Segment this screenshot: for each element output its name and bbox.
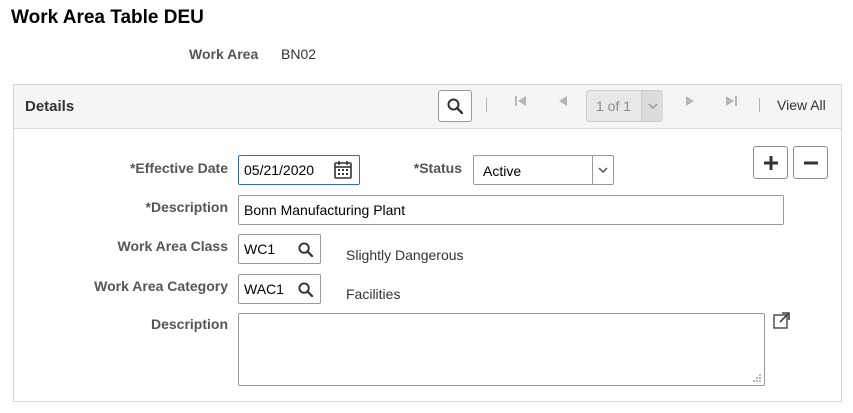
long-description-textarea[interactable] bbox=[238, 313, 765, 386]
find-button[interactable] bbox=[438, 90, 472, 122]
page-indicator: 1 of 1 bbox=[596, 98, 632, 114]
status-value: Active bbox=[483, 163, 522, 179]
last-page-icon[interactable] bbox=[724, 94, 738, 108]
work-area-key-value: BN02 bbox=[281, 46, 317, 62]
work-area-key-label: Work Area bbox=[189, 46, 259, 62]
search-icon[interactable] bbox=[296, 280, 314, 298]
work-area-class-value: WC1 bbox=[244, 241, 276, 257]
work-area-class-label: Work Area Class bbox=[117, 238, 229, 254]
details-header: Details 1 of 1 View All bbox=[14, 85, 841, 129]
chevron-down-icon bbox=[641, 91, 663, 121]
nav-separator bbox=[759, 98, 760, 112]
details-group-box: Details 1 of 1 View All *Effective Date … bbox=[13, 84, 842, 402]
long-description-label: Description bbox=[150, 316, 228, 332]
plus-icon bbox=[763, 155, 778, 170]
effective-date-value: 05/21/2020 bbox=[244, 162, 315, 178]
long-description-value bbox=[239, 314, 764, 324]
description-input[interactable]: Bonn Manufacturing Plant bbox=[238, 195, 784, 225]
calendar-icon[interactable] bbox=[332, 160, 354, 180]
work-area-category-label: Work Area Category bbox=[94, 278, 228, 294]
page-selector[interactable]: 1 of 1 bbox=[586, 90, 663, 122]
first-page-icon[interactable] bbox=[514, 94, 528, 108]
details-title: Details bbox=[25, 98, 75, 115]
view-all-link[interactable]: View All bbox=[777, 97, 826, 113]
page-title: Work Area Table DEU bbox=[11, 7, 204, 28]
search-icon bbox=[447, 98, 463, 114]
status-label: *Status bbox=[413, 160, 462, 176]
expand-icon[interactable] bbox=[773, 312, 790, 329]
previous-page-icon[interactable] bbox=[556, 94, 570, 108]
minus-icon bbox=[803, 161, 818, 164]
description-label: *Description bbox=[145, 199, 228, 215]
status-select[interactable]: Active bbox=[473, 155, 614, 185]
nav-separator bbox=[486, 98, 487, 112]
add-row-button[interactable] bbox=[753, 146, 788, 179]
effective-date-label: *Effective Date bbox=[129, 160, 228, 176]
search-icon[interactable] bbox=[296, 240, 314, 258]
resize-grip-icon[interactable] bbox=[752, 373, 762, 383]
chevron-down-icon bbox=[592, 156, 613, 184]
next-page-icon[interactable] bbox=[683, 94, 697, 108]
work-area-category-description: Facilities bbox=[346, 286, 401, 302]
description-value: Bonn Manufacturing Plant bbox=[244, 202, 406, 218]
delete-row-button[interactable] bbox=[793, 146, 828, 179]
work-area-class-description: Slightly Dangerous bbox=[346, 247, 464, 263]
work-area-category-value: WAC1 bbox=[244, 281, 284, 297]
